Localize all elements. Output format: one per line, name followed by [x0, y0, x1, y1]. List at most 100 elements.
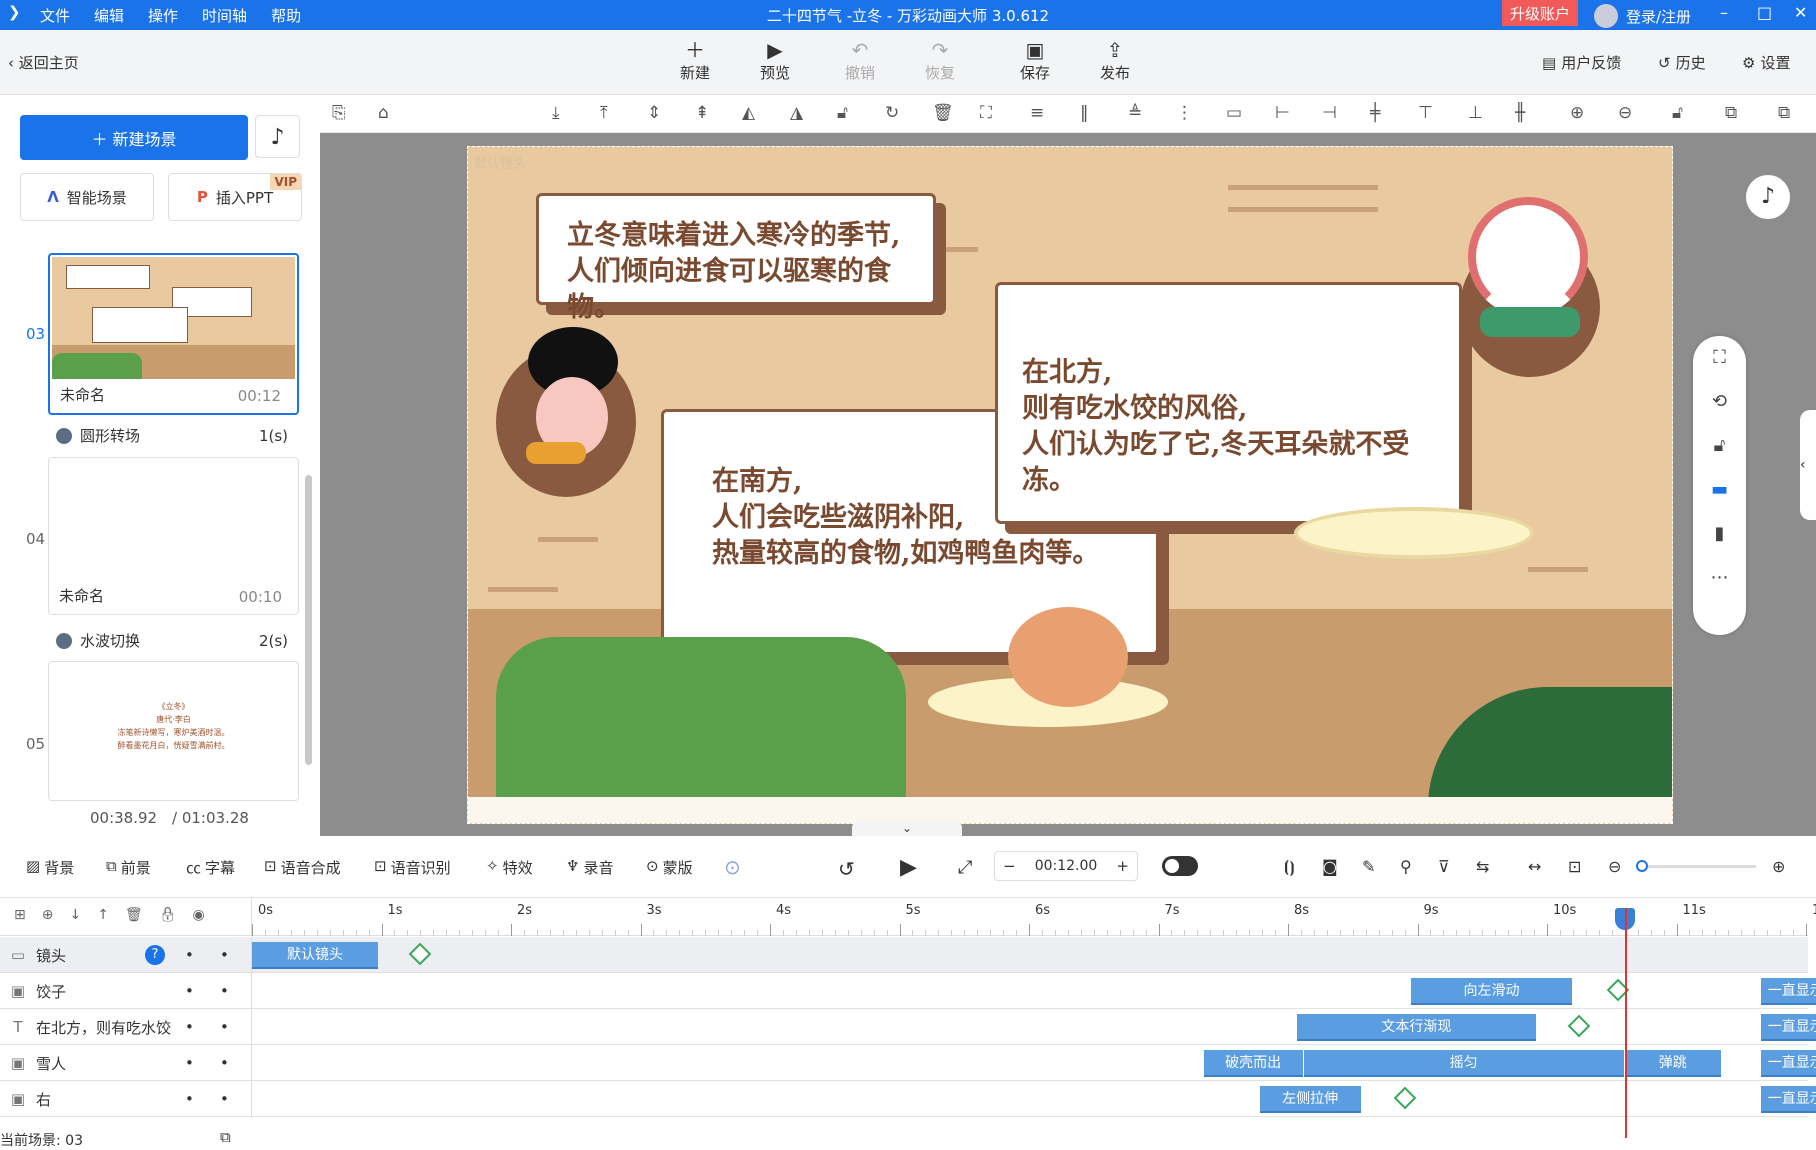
toolbar-button[interactable]: ▣ 保存: [1005, 38, 1065, 83]
track-label[interactable]: ▣ 饺子 • •: [0, 973, 252, 1009]
music-note-icon[interactable]: ♪: [1746, 175, 1790, 219]
transition-item[interactable]: 水波切换 2(s): [56, 630, 288, 651]
animation-clip[interactable]: 文本行渐现: [1297, 1014, 1536, 1041]
collapse-panel-button[interactable]: ‹: [1800, 410, 1816, 520]
boy-character[interactable]: [496, 327, 636, 497]
edit-tool-icon[interactable]: 🔓︎: [837, 103, 848, 123]
smart-scene-button[interactable]: Λ 智能场景: [20, 173, 154, 221]
zoom-slider[interactable]: [1636, 860, 1756, 872]
timeline-tool-1[interactable]: ⧉ 前景: [106, 857, 151, 878]
edit-tool-icon[interactable]: ≡: [1030, 103, 1044, 123]
timeline-tool-5[interactable]: ✧ 特效: [486, 857, 533, 878]
back-home-button[interactable]: ‹ 返回主页: [8, 52, 79, 73]
toolbar-button[interactable]: ▶ 预览: [745, 38, 805, 83]
edit-tool-icon[interactable]: ╫: [1515, 103, 1525, 123]
portrait-icon[interactable]: ▮: [1693, 512, 1746, 556]
edit-tool-icon[interactable]: ⊥: [1468, 103, 1483, 123]
animation-clip[interactable]: 一直显示: [1760, 1086, 1816, 1113]
toolbar-button[interactable]: ⇪ 发布: [1085, 38, 1145, 83]
music-button[interactable]: ♪: [255, 115, 300, 158]
lock-dot[interactable]: •: [220, 982, 229, 1000]
lock-dot[interactable]: •: [220, 1054, 229, 1072]
edit-tool-icon[interactable]: ⛶: [980, 103, 992, 123]
track-row[interactable]: T 在北方，则有吃水饺 • • 文本行渐现 一直显示: [0, 1009, 1816, 1045]
text-bubble-intro[interactable]: 立冬意味着进入寒冷的季节, 人们倾向进食可以驱寒的食物。: [536, 193, 936, 323]
upgrade-account-button[interactable]: 升级账户: [1502, 0, 1579, 26]
scene-thumbnail-03[interactable]: 未命名 00:12: [48, 253, 299, 415]
animation-clip[interactable]: 摇匀: [1303, 1050, 1624, 1077]
timeline-right-tool-icon[interactable]: ⊽: [1438, 857, 1450, 876]
timeline-right-tool-icon[interactable]: ⊕: [1772, 857, 1785, 876]
lock-dot[interactable]: •: [220, 1090, 229, 1108]
playhead[interactable]: [1624, 908, 1627, 1138]
menu-item[interactable]: 操作: [148, 5, 178, 26]
decrease-icon[interactable]: −: [1003, 857, 1016, 875]
visibility-dot[interactable]: •: [185, 982, 194, 1000]
landscape-icon[interactable]: ▬: [1693, 468, 1746, 512]
timeline-right-tool-icon[interactable]: ⦗⦘: [1284, 857, 1295, 877]
keyframe-add-icon[interactable]: [1568, 1014, 1591, 1038]
toolbar-button[interactable]: ＋ 新建: [665, 38, 725, 83]
play-button[interactable]: ▶: [900, 855, 917, 880]
history-button[interactable]: ↺ 历史: [1658, 52, 1706, 73]
maximize-button[interactable]: □: [1757, 3, 1772, 22]
menu-item[interactable]: 编辑: [94, 5, 124, 26]
edit-tool-icon[interactable]: ⧉: [1778, 103, 1790, 123]
text-bubble-north[interactable]: 在北方, 则有吃水饺的风俗, 人们认为吃了它,冬天耳朵就不受冻。: [995, 282, 1462, 524]
edit-tool-icon[interactable]: ╪: [1370, 103, 1380, 123]
edit-tool-icon[interactable]: ◭: [742, 103, 755, 123]
track-tool-icons[interactable]: ⊞⊕↓↑🗑︎🔒︎◉: [14, 907, 221, 923]
track-row[interactable]: ▣ 饺子 • • 向左滑动 一直显示: [0, 973, 1816, 1009]
edit-tool-icon[interactable]: ◮: [790, 103, 803, 123]
animation-clip[interactable]: 左侧拉伸: [1259, 1086, 1361, 1113]
toolbar-button[interactable]: ↶ 撤销: [830, 38, 890, 83]
timeline-right-tool-icon[interactable]: ⚲: [1400, 857, 1412, 876]
track-label[interactable]: ▣ 雪人 • •: [0, 1045, 252, 1081]
edit-tool-icon[interactable]: ⊣: [1322, 103, 1337, 123]
feedback-button[interactable]: ▤ 用户反馈: [1542, 52, 1621, 73]
keyframe-add-icon[interactable]: [1393, 1086, 1416, 1110]
edit-tool-icon[interactable]: ⧉: [1725, 103, 1737, 123]
track-label[interactable]: T 在北方，则有吃水饺 • •: [0, 1009, 252, 1045]
edit-tool-icon[interactable]: ↻: [885, 103, 899, 123]
track-row[interactable]: ▣ 雪人 • • 破壳而出摇匀弹跳 一直显示: [0, 1045, 1816, 1081]
scene-thumbnail-04[interactable]: 未命名 00:10: [48, 457, 299, 615]
time-ruler[interactable]: 0s 1s 2s 3s 4s 5s 6s 7s 8s 9s 10s 11s 12s: [252, 898, 1816, 936]
edit-tool-icon[interactable]: ⊕: [1570, 103, 1584, 123]
timeline-right-tool-icon[interactable]: ✎: [1362, 857, 1375, 876]
animation-clip[interactable]: 默认镜头: [252, 942, 378, 969]
timeline-tool-2[interactable]: ㏄字幕: [186, 857, 235, 878]
animation-clip[interactable]: 一直显示: [1760, 978, 1816, 1005]
animation-clip[interactable]: 向左滑动: [1411, 978, 1572, 1005]
edit-tool-icon[interactable]: ≜: [1128, 103, 1142, 123]
track-row[interactable]: ▣ 右 • • 左侧拉伸 一直显示: [0, 1081, 1816, 1117]
new-scene-button[interactable]: ＋ 新建场景: [20, 115, 248, 160]
menu-item[interactable]: 帮助: [271, 5, 301, 26]
snowman-character[interactable]: [1460, 197, 1600, 377]
increase-icon[interactable]: +: [1116, 857, 1129, 875]
visibility-dot[interactable]: •: [185, 1090, 194, 1108]
lock-icon[interactable]: 🔓︎: [1693, 424, 1746, 468]
login-button[interactable]: 登录/注册: [1594, 4, 1691, 28]
scene-thumbnail-05[interactable]: 《立冬》 唐代·李白 冻笔新诗懒写，寒炉美酒时温。 醉看墨花月白，恍疑雪满前村。: [48, 661, 299, 801]
edit-tool-icon[interactable]: ⊤: [1418, 103, 1433, 123]
timeline-tool-3[interactable]: ⊡ 语音合成: [264, 857, 341, 878]
edit-tool-icon[interactable]: ⇞: [695, 103, 709, 123]
timeline-tool-0[interactable]: ▨ 背景: [26, 857, 74, 878]
timeline-right-tool-icon[interactable]: ⇆: [1476, 857, 1489, 876]
visibility-dot[interactable]: •: [185, 946, 194, 964]
settings-button[interactable]: ⚙ 设置: [1742, 52, 1790, 73]
toggle-switch[interactable]: [1162, 856, 1198, 876]
timeline-tool-4[interactable]: ⊡ 语音识别: [374, 857, 451, 878]
edit-tool-icon[interactable]: ⋮: [1176, 103, 1193, 123]
timeline-right-tool-icon[interactable]: ⊡: [1568, 857, 1581, 876]
rewind-icon[interactable]: ↺: [838, 857, 855, 881]
lock-dot[interactable]: •: [220, 1018, 229, 1036]
dumplings-plate[interactable]: [1294, 507, 1534, 559]
track-label[interactable]: ▭ 镜头? • •: [0, 937, 252, 973]
rotate-icon[interactable]: ⟲: [1693, 380, 1746, 424]
edit-tool-icon[interactable]: ⊖: [1618, 103, 1632, 123]
transition-item[interactable]: 圆形转场 1(s): [56, 425, 288, 446]
lock-dot[interactable]: •: [220, 946, 229, 964]
timeline-right-tool-icon[interactable]: ⊖: [1608, 857, 1621, 876]
